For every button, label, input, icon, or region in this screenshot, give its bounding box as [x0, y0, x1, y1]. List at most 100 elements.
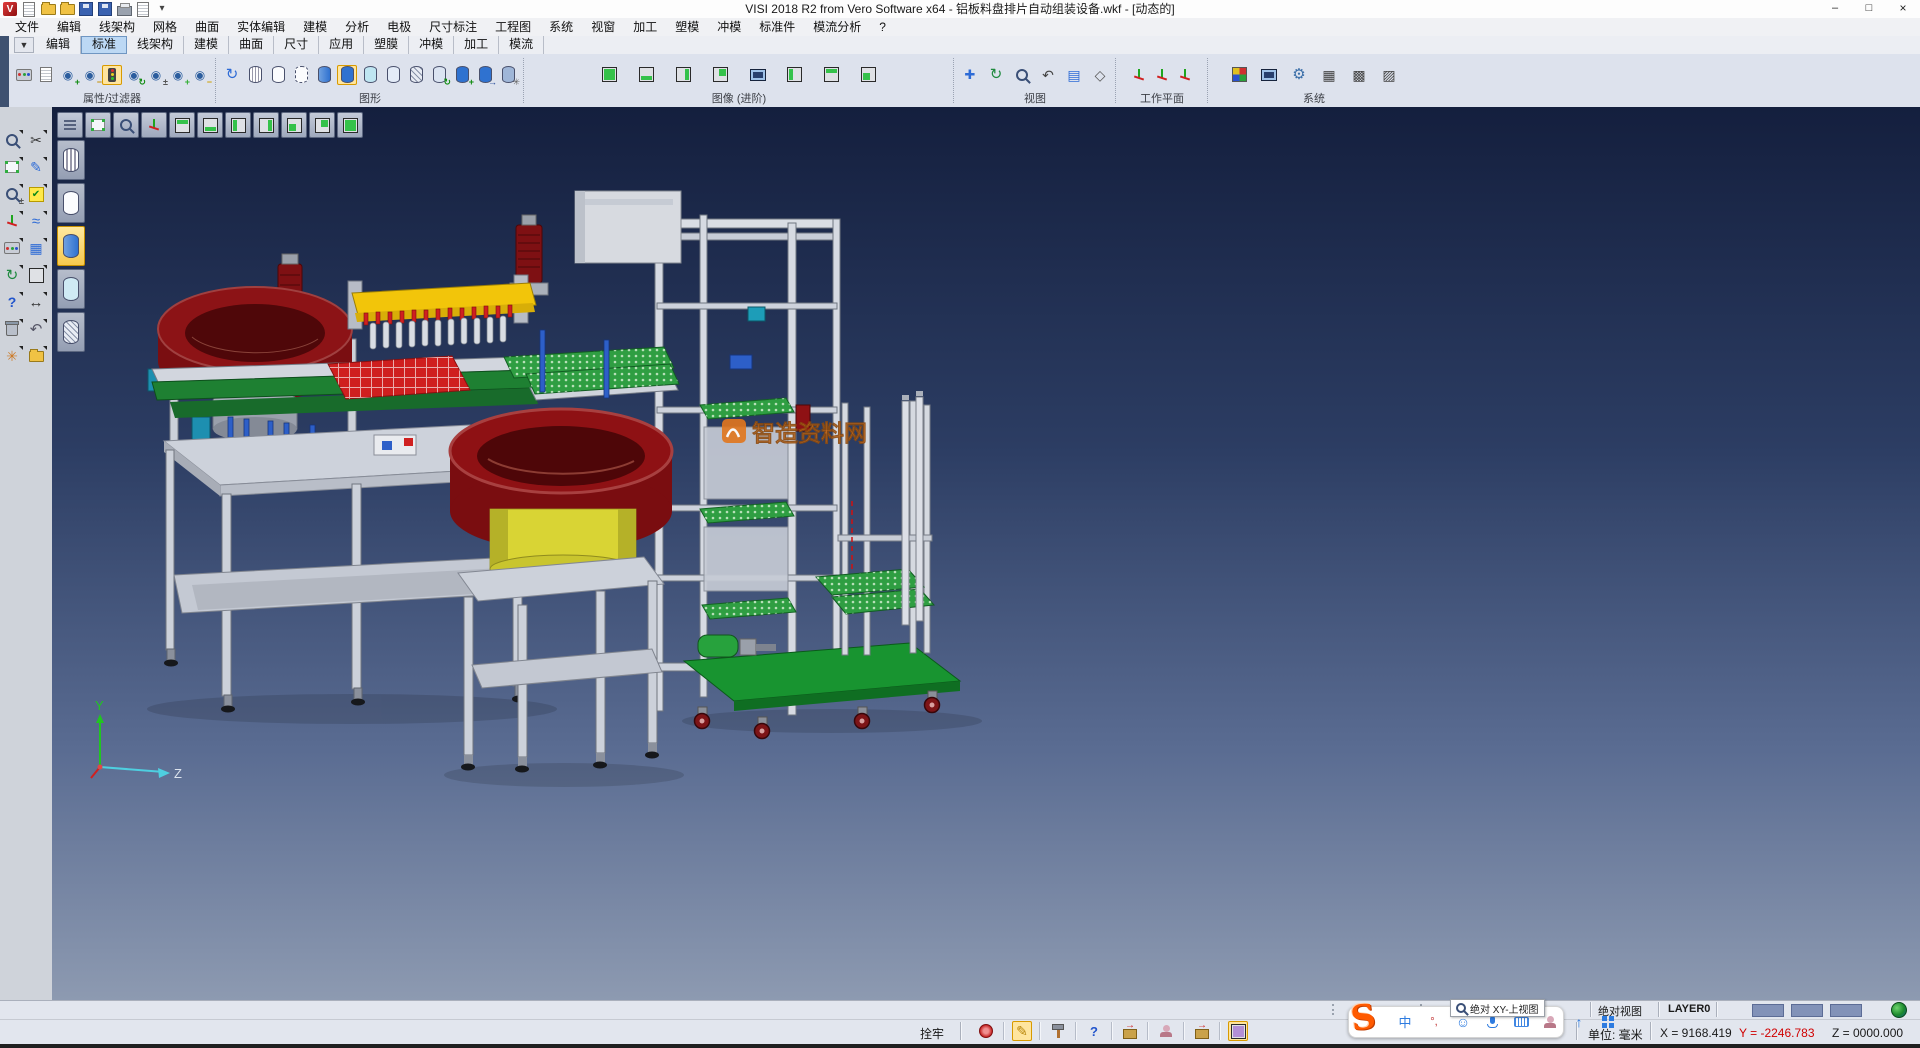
menu-item-7[interactable]: 分析 — [336, 18, 378, 36]
ucs-axis-icon[interactable] — [2, 211, 22, 231]
sketch-icon[interactable]: ✎ — [26, 157, 46, 177]
menu-item-11[interactable]: 系统 — [540, 18, 582, 36]
tab-item-8[interactable]: 冲模 — [409, 36, 454, 54]
build-tools-icon[interactable] — [1048, 1021, 1068, 1041]
tab-item-10[interactable]: 模流 — [499, 36, 544, 54]
cylinder-wireframe-display-button[interactable] — [57, 140, 85, 180]
navigate-compass-icon[interactable]: ✳ — [2, 346, 22, 366]
solid-cube-icon[interactable] — [26, 265, 46, 285]
flat-cylinder-icon[interactable] — [383, 65, 403, 85]
zoom-extents-icon[interactable] — [1012, 65, 1032, 85]
material-view-icon[interactable] — [674, 65, 694, 85]
layer-swatch-2[interactable] — [1830, 1004, 1862, 1017]
punctuation-icon[interactable]: °, — [1424, 1012, 1444, 1032]
fit-view-button[interactable] — [85, 112, 111, 138]
layer-swatch-0[interactable] — [1752, 1004, 1784, 1017]
package-manager-icon[interactable]: → — [1192, 1021, 1212, 1041]
menu-item-6[interactable]: 建模 — [294, 18, 336, 36]
menu-item-1[interactable]: 编辑 — [48, 18, 90, 36]
view-menu-button[interactable] — [57, 112, 83, 138]
tab-item-7[interactable]: 塑膜 — [364, 36, 409, 54]
workplane-entity-icon[interactable] — [1175, 65, 1195, 85]
menu-item-14[interactable]: 塑模 — [666, 18, 708, 36]
menu-item-13[interactable]: 加工 — [624, 18, 666, 36]
view-iso-cube-button[interactable] — [337, 112, 363, 138]
send-model-icon[interactable]: → — [1120, 1021, 1140, 1041]
menu-item-15[interactable]: 冲模 — [708, 18, 750, 36]
axis-orientation-button[interactable] — [141, 112, 167, 138]
menu-item-10[interactable]: 工程图 — [486, 18, 540, 36]
layer-swatch-1[interactable] — [1791, 1004, 1823, 1017]
mesh-cylinder-icon[interactable] — [406, 65, 426, 85]
close-button[interactable]: × — [1886, 0, 1920, 18]
perspective-view-icon[interactable]: ◇ — [1090, 65, 1110, 85]
previous-view-icon[interactable]: ↶ — [1038, 65, 1058, 85]
snap-lock-label[interactable]: 拴牢 — [920, 1025, 944, 1042]
hide-entities-icon[interactable]: ◉− — [80, 65, 100, 85]
minimize-button[interactable]: – — [1818, 0, 1852, 18]
upload-icon[interactable]: ↑ — [1569, 1012, 1589, 1032]
chinese-mode-icon[interactable]: 中 — [1395, 1012, 1415, 1032]
panel-handle[interactable] — [0, 36, 9, 107]
toolbar-grip[interactable] — [1332, 1004, 1340, 1015]
menu-item-3[interactable]: 网格 — [144, 18, 186, 36]
confirm-checkbox-icon[interactable]: ✔ — [26, 184, 46, 204]
view-back-cube-button[interactable] — [309, 112, 335, 138]
viewport-3d-scene[interactable]: 智造资料网 Y Z — [52, 107, 1920, 1000]
cylinder-hidden-display-button[interactable] — [57, 183, 85, 223]
tab-item-6[interactable]: 应用 — [319, 36, 364, 54]
snap-grid-icon[interactable]: ▩ — [1349, 65, 1369, 85]
shear-grid-icon[interactable]: ▨ — [1379, 65, 1399, 85]
selection-filter-icon[interactable] — [102, 65, 122, 85]
show-all-icon[interactable]: ◉+ — [168, 65, 188, 85]
tab-item-4[interactable]: 曲面 — [229, 36, 274, 54]
regen-solids-icon[interactable]: ↻ — [429, 65, 449, 85]
fit-view-icon[interactable] — [2, 157, 22, 177]
menu-item-12[interactable]: 视窗 — [582, 18, 624, 36]
matrix-grid-icon[interactable]: ▦ — [1319, 65, 1339, 85]
cylinder-mesh-display-button[interactable] — [57, 312, 85, 352]
layer-color-swatches[interactable] — [1752, 1004, 1862, 1017]
measure-icon[interactable]: ↔ — [26, 292, 46, 312]
tab-item-2[interactable]: 线架构 — [127, 36, 184, 54]
hidden-line-cylinder-icon[interactable] — [268, 65, 288, 85]
shaded-edges-cylinder-icon[interactable] — [337, 65, 357, 85]
workplane-view-icon[interactable] — [1152, 65, 1172, 85]
view-top-cube-button[interactable] — [169, 112, 195, 138]
hide-all-icon[interactable]: ◉− — [190, 65, 210, 85]
undo-icon[interactable]: ↶ — [26, 319, 46, 339]
menu-item-17[interactable]: 模流分析 — [804, 18, 870, 36]
copy-graphics-icon[interactable]: + — [452, 65, 472, 85]
open-image-folder-icon[interactable] — [26, 346, 46, 366]
regenerate-icon[interactable]: ↻ — [222, 65, 242, 85]
delete-icon[interactable] — [2, 319, 22, 339]
toggle-shown-hidden-icon[interactable]: ◉± — [146, 65, 166, 85]
menu-item-4[interactable]: 曲面 — [186, 18, 228, 36]
menu-item-0[interactable]: 文件 — [6, 18, 48, 36]
render-palette-icon[interactable] — [2, 238, 22, 258]
tab-overflow-button[interactable]: ▼ — [14, 37, 34, 53]
menu-item-9[interactable]: 尺寸标注 — [420, 18, 486, 36]
exploded-view-icon[interactable] — [822, 65, 842, 85]
zoom-window-icon[interactable] — [2, 130, 22, 150]
workplane-xy-icon[interactable] — [1129, 65, 1149, 85]
workplane-cube-icon[interactable] — [1228, 1021, 1248, 1041]
paste-graphics-icon[interactable]: → — [475, 65, 495, 85]
zoom-inout-icon[interactable]: ± — [2, 184, 22, 204]
menu-item-8[interactable]: 电极 — [378, 18, 420, 36]
section-view-icon[interactable] — [785, 65, 805, 85]
color-table-icon[interactable] — [1229, 65, 1249, 85]
copy-attributes-icon[interactable] — [36, 65, 56, 85]
view-front-cube-button[interactable] — [281, 112, 307, 138]
view-bottom-cube-button[interactable] — [197, 112, 223, 138]
zoom-previous-button[interactable] — [113, 112, 139, 138]
refresh-visibility-icon[interactable]: ◉↻ — [124, 65, 144, 85]
compare-models-icon[interactable] — [859, 65, 879, 85]
trim-icon[interactable]: ✂ — [26, 130, 46, 150]
spline-icon[interactable]: ≈ — [26, 211, 46, 231]
cylinder-transparent-display-button[interactable] — [57, 269, 85, 309]
toolbox-icon[interactable] — [1598, 1012, 1618, 1032]
view-left-cube-button[interactable] — [225, 112, 251, 138]
dashed-hidden-cylinder-icon[interactable] — [291, 65, 311, 85]
tab-item-1[interactable]: 标准 — [81, 36, 127, 54]
